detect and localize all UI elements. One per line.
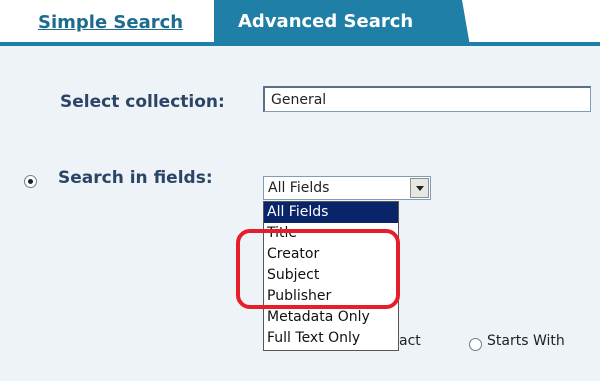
dropdown-option-creator[interactable]: Creator [264, 244, 398, 265]
search-in-fields-label: Search in fields: [58, 168, 213, 188]
match-exact-label: act [399, 333, 421, 349]
chevron-down-icon[interactable] [410, 178, 429, 198]
fields-select-value: All Fields [268, 180, 330, 196]
tab-advanced-search[interactable]: Advanced Search [214, 0, 470, 46]
fields-dropdown-list: All Fields Title Creator Subject Publish… [263, 201, 399, 351]
dropdown-option-all-fields[interactable]: All Fields [264, 202, 398, 223]
starts-with-label: Starts With [487, 333, 565, 349]
dropdown-option-metadata-only[interactable]: Metadata Only [264, 307, 398, 328]
dropdown-option-title[interactable]: Title [264, 223, 398, 244]
fields-select[interactable]: All Fields [263, 176, 431, 200]
collection-select[interactable]: General [263, 86, 591, 112]
starts-with-radio[interactable] [469, 338, 482, 351]
dropdown-option-publisher[interactable]: Publisher [264, 286, 398, 307]
tab-strip: Simple Search Advanced Search [0, 0, 600, 46]
collection-label: Select collection: [60, 92, 225, 112]
tab-simple-search[interactable]: Simple Search [38, 12, 183, 33]
dropdown-option-full-text-only[interactable]: Full Text Only [264, 328, 398, 349]
dropdown-option-subject[interactable]: Subject [264, 265, 398, 286]
search-in-fields-radio[interactable] [24, 175, 37, 188]
tab-advanced-label: Advanced Search [238, 11, 414, 32]
